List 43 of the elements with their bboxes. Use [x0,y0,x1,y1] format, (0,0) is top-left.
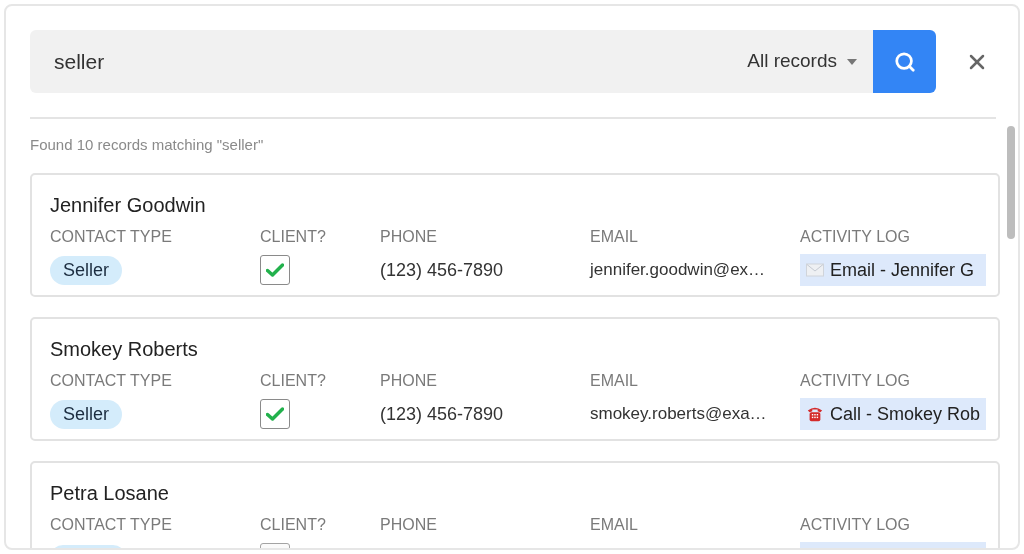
checkmark-icon [266,407,284,421]
field-label: EMAIL [590,372,638,389]
field-label: CONTACT TYPE [50,372,172,389]
field-label: ACTIVITY LOG [800,228,910,245]
activity-text: Call - Smokey Rob [829,402,980,426]
phone-number: (123) 456-7890 [380,259,504,280]
field-label: CONTACT TYPE [50,228,172,245]
field-label: EMAIL [590,228,638,245]
contact-type-tag: Seller [50,255,123,285]
email-address: jennifer.goodwin@ex… [590,260,766,280]
field-label: PHONE [380,372,437,389]
field-label: ACTIVITY LOG [800,372,910,389]
scrollbar-thumb[interactable] [1007,126,1015,239]
field-label: CLIENT? [260,228,326,245]
checkmark-icon [266,263,284,277]
search-field[interactable]: seller [30,30,748,93]
field-label: CLIENT? [260,372,326,389]
field-label: CONTACT TYPE [50,516,172,533]
phone-number: (123) 456-7890 [380,403,504,424]
record-card[interactable]: Petra Losane CONTACT TYPE CLIENT? PHONE EMAIL ACTIVITY LOG [30,461,1000,548]
field-label: ACTIVITY LOG [800,516,910,533]
search-icon [893,50,916,73]
email-address: smokey.roberts@exa… [590,404,767,424]
activity-entry[interactable]: Email - Jennifer G [800,254,986,286]
record-name: Jennifer Goodwin [50,193,207,218]
client-checkbox[interactable] [260,255,290,285]
field-label: PHONE [380,516,437,533]
field-label: CLIENT? [260,516,326,533]
record-name: Petra Losane [50,481,170,506]
record-card[interactable]: Smokey Roberts CONTACT TYPE CLIENT? PHONE EMAIL ACTIVITY LOG Seller (123) 456-7890 smokey.roberts@exa… Call - Smokey Rob [30,317,1000,441]
activity-text: Email - Jennifer G [830,258,975,282]
result-summary: Found 10 records matching "seller" [30,136,264,153]
activity-entry[interactable]: Call - Smokey Rob [800,398,986,430]
record-card[interactable]: Jennifer Goodwin CONTACT TYPE CLIENT? PHONE EMAIL ACTIVITY LOG Seller (123) 456-7890 jennifer.goodwin@ex… Email - Jennifer G [30,173,1000,297]
envelope-icon [806,263,824,277]
field-label: EMAIL [590,516,638,533]
client-checkbox[interactable] [260,399,290,429]
search-button[interactable] [873,30,936,93]
contact-type-tag: Seller [50,399,123,429]
caret-icon [847,58,857,65]
record-name: Smokey Roberts [50,337,199,362]
field-label: PHONE [380,228,437,245]
scope-dropdown[interactable]: All records [747,30,873,93]
